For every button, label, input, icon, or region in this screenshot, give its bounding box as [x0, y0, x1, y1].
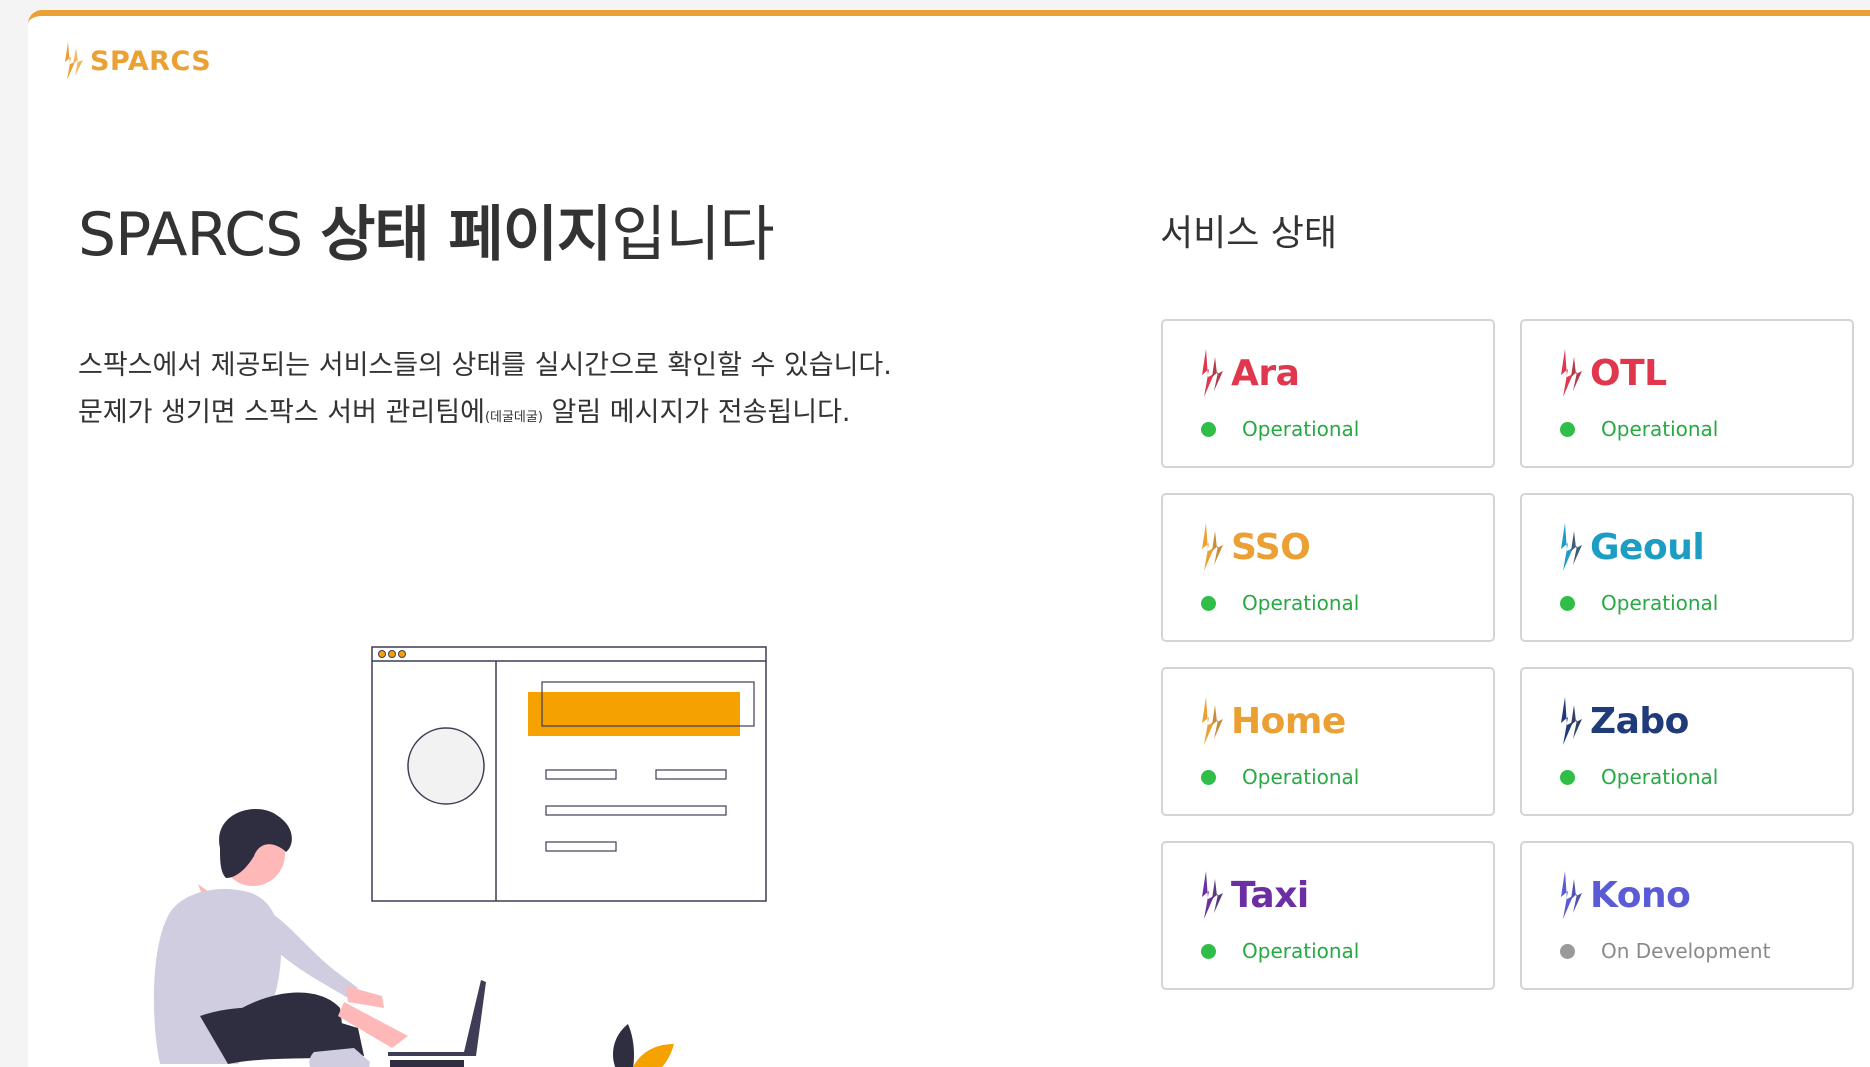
service-name: Zabo	[1590, 700, 1689, 742]
status-text: Operational	[1601, 765, 1719, 789]
service-header: Ara	[1199, 347, 1300, 399]
service-header: Taxi	[1199, 869, 1309, 921]
service-card-otl[interactable]: OTL Operational	[1520, 319, 1854, 468]
service-card-geoul[interactable]: Geoul Operational	[1520, 493, 1854, 642]
status-dot-icon	[1201, 769, 1216, 785]
service-header: Kono	[1558, 869, 1691, 921]
title-suffix: 입니다	[611, 200, 775, 270]
service-status: Operational	[1201, 591, 1359, 615]
page: SPARCS SPARCS 상태 페이지입니다 스팍스에서 제공되는 서비스들의…	[28, 10, 1870, 1067]
page-title: SPARCS 상태 페이지입니다	[78, 186, 775, 273]
service-name: Kono	[1590, 874, 1691, 916]
service-status: Operational	[1201, 765, 1359, 789]
service-header: SSO	[1199, 521, 1311, 573]
service-name: OTL	[1590, 352, 1667, 394]
service-flame-icon	[1202, 349, 1223, 397]
description-small-note: (데굴데굴)	[484, 410, 543, 425]
service-status: Operational	[1560, 765, 1718, 789]
status-dot-icon	[1201, 943, 1216, 959]
status-dot-icon	[1560, 421, 1575, 437]
service-name: Ara	[1231, 352, 1300, 394]
service-header: OTL	[1558, 347, 1667, 399]
service-flame-icon	[1202, 523, 1223, 571]
browser-window-graphic	[371, 646, 767, 902]
service-header: Geoul	[1558, 521, 1705, 573]
service-status: Operational	[1560, 417, 1718, 441]
service-flame-icon	[1561, 349, 1582, 397]
service-flame-icon	[1561, 871, 1582, 919]
title-bold: 상태 페이지	[320, 200, 612, 270]
description-line-2: 문제가 생기면 스팍스 서버 관리팀에(데굴데굴) 알림 메시지가 전송됩니다.	[78, 389, 892, 441]
description-line-2a: 문제가 생기면 스팍스 서버 관리팀에	[78, 397, 485, 428]
service-name: SSO	[1231, 526, 1311, 568]
service-status: Operational	[1201, 939, 1359, 963]
status-text: Operational	[1242, 765, 1360, 789]
service-name: Home	[1231, 700, 1346, 742]
status-dot-icon	[1560, 943, 1575, 959]
service-flame-icon	[1202, 697, 1223, 745]
status-text: On Development	[1601, 939, 1771, 963]
sparcs-logo[interactable]: SPARCS	[62, 40, 211, 82]
service-status: On Development	[1560, 939, 1770, 963]
laptop-graphic	[388, 980, 486, 1067]
service-card-sso[interactable]: SSO Operational	[1161, 493, 1495, 642]
service-card-home[interactable]: Home Operational	[1161, 667, 1495, 816]
service-header: Zabo	[1558, 695, 1689, 747]
description-line-1: 스팍스에서 제공되는 서비스들의 상태를 실시간으로 확인할 수 있습니다.	[78, 350, 892, 381]
service-flame-icon	[1561, 523, 1582, 571]
logo-text: SPARCS	[90, 45, 212, 77]
status-text: Operational	[1601, 417, 1719, 441]
service-name: Taxi	[1231, 874, 1309, 916]
service-card-zabo[interactable]: Zabo Operational	[1520, 667, 1854, 816]
status-text: Operational	[1242, 939, 1360, 963]
description-line-2b: 알림 메시지가 전송됩니다.	[542, 397, 851, 428]
service-card-taxi[interactable]: Taxi Operational	[1161, 841, 1495, 990]
sparcs-flame-icon	[65, 42, 83, 80]
services-section-title: 서비스 상태	[1160, 213, 1338, 254]
status-text: Operational	[1242, 591, 1360, 615]
service-status: Operational	[1560, 591, 1718, 615]
status-dot-icon	[1560, 595, 1575, 611]
person-with-laptop-illustration	[153, 646, 767, 1067]
status-dot-icon	[1201, 595, 1216, 611]
service-header: Home	[1199, 695, 1346, 747]
leaf-plant-graphic	[613, 1024, 674, 1067]
service-flame-icon	[1202, 871, 1223, 919]
status-text: Operational	[1242, 417, 1360, 441]
status-dot-icon	[1560, 769, 1575, 785]
service-status-grid: Ara Operational OTL Operational SSO Operation…	[1161, 319, 1854, 990]
status-text: Operational	[1601, 591, 1719, 615]
page-description: 스팍스에서 제공되는 서비스들의 상태를 실시간으로 확인할 수 있습니다. 문…	[78, 342, 892, 441]
person-graphic	[153, 809, 408, 1067]
title-prefix: SPARCS	[78, 200, 321, 270]
service-status: Operational	[1201, 417, 1359, 441]
service-card-ara[interactable]: Ara Operational	[1161, 319, 1495, 468]
service-flame-icon	[1561, 697, 1582, 745]
status-dot-icon	[1201, 421, 1216, 437]
service-name: Geoul	[1590, 526, 1705, 568]
service-card-kono[interactable]: Kono On Development	[1520, 841, 1854, 990]
